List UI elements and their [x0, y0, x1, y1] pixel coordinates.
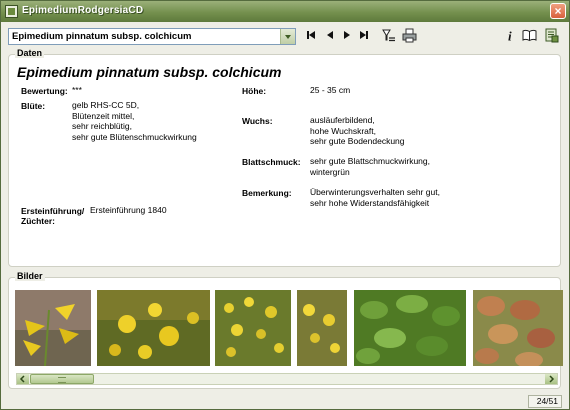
bluete-line: Blütenzeit mittel,	[72, 110, 135, 121]
scroll-left-icon[interactable]	[17, 374, 29, 384]
bluete-line: sehr gute Blütenschmuckwirkung	[72, 131, 197, 142]
window-title: EpimediumRodgersiaCD	[22, 5, 144, 16]
title-bar[interactable]: EpimediumRodgersiaCD ×	[1, 1, 569, 22]
previous-record-icon[interactable]	[324, 29, 337, 42]
bemerkung-line: Überwinterungsverhalten sehr gut,	[310, 187, 440, 197]
scrollbar-thumb[interactable]	[30, 374, 94, 384]
wuchs-line: sehr gute Bodendeckung	[310, 136, 405, 146]
flower-closeup-photo[interactable]	[15, 290, 91, 366]
bluete-label: Blüte:	[21, 101, 46, 111]
export-icon[interactable]	[544, 28, 559, 43]
close-button[interactable]: ×	[550, 3, 566, 19]
foliage-photo[interactable]	[354, 290, 466, 366]
red-tinted-leaves-photo[interactable]	[473, 290, 563, 366]
last-record-icon[interactable]	[356, 29, 369, 42]
bluete-value: gelb RHS-CC 5D, Blütenzeit mittel, sehr …	[72, 100, 197, 142]
plant-select-value: Epimedium pinnatum subsp. colchicum	[12, 31, 192, 42]
svg-text:i: i	[508, 29, 512, 44]
photo-strip	[15, 290, 563, 372]
record-position: 24/51	[528, 395, 562, 408]
blattschmuck-value: sehr gute Blattschmuckwirkung, wintergrü…	[310, 156, 430, 177]
blattschmuck-label: Blattschmuck:	[242, 157, 301, 167]
blattschmuck-line: wintergrün	[310, 166, 350, 177]
bemerkung-line: sehr hohe Widerstandsfähigkeit	[310, 197, 430, 208]
bilder-legend: Bilder	[15, 271, 45, 281]
wuchs-line: ausläuferbildend,	[310, 115, 375, 125]
scroll-right-icon[interactable]	[545, 374, 557, 384]
bilder-group: Bilder	[8, 271, 563, 389]
app-icon	[5, 5, 18, 18]
species-title: Epimedium pinnatum subsp. colchicum	[17, 64, 282, 80]
bemerkung-label: Bemerkung:	[242, 188, 292, 198]
daten-group: Daten Epimedium pinnatum subsp. colchicu…	[8, 48, 561, 267]
yellow-flowers-photo[interactable]	[97, 290, 210, 366]
bewertung-value: ***	[72, 85, 82, 95]
first-record-icon[interactable]	[306, 29, 319, 42]
flowers-on-stems-photo[interactable]	[297, 290, 347, 366]
filter-icon[interactable]	[381, 28, 396, 43]
book-icon[interactable]	[522, 28, 537, 43]
bluete-line: gelb RHS-CC 5D,	[72, 100, 140, 110]
hoehe-label: Höhe:	[242, 86, 267, 96]
application-window: EpimediumRodgersiaCD × Epimedium pinnatu…	[0, 0, 570, 410]
wuchs-label: Wuchs:	[242, 116, 273, 126]
plant-select[interactable]: Epimedium pinnatum subsp. colchicum	[8, 28, 296, 45]
wuchs-value: ausläuferbildend, hohe Wuchskraft, sehr …	[310, 115, 405, 147]
print-icon[interactable]	[402, 28, 417, 43]
wuchs-line: hohe Wuchskraft,	[310, 125, 376, 136]
daten-legend: Daten	[15, 48, 45, 58]
zuechter-label: Züchter:	[21, 216, 55, 226]
hoehe-value: 25 - 35 cm	[310, 85, 351, 95]
blattschmuck-line: sehr gute Blattschmuckwirkung,	[310, 156, 430, 166]
bluete-line: sehr reichblütig,	[72, 121, 133, 131]
ersteinfuehrung-value: Ersteinführung 1840	[90, 205, 167, 215]
next-record-icon[interactable]	[340, 29, 353, 42]
bemerkung-value: Überwinterungsverhalten sehr gut, sehr h…	[310, 187, 440, 208]
ersteinfuehrung-label: Ersteinführung/	[21, 206, 85, 216]
bewertung-label: Bewertung:	[21, 86, 68, 96]
photo-scrollbar[interactable]	[16, 373, 558, 385]
status-bar: 24/51	[1, 394, 569, 409]
toolbar: Epimedium pinnatum subsp. colchicum i	[1, 22, 569, 49]
flower-cluster-photo[interactable]	[215, 290, 291, 366]
chevron-down-icon[interactable]	[280, 29, 295, 44]
info-icon[interactable]: i	[503, 28, 518, 44]
